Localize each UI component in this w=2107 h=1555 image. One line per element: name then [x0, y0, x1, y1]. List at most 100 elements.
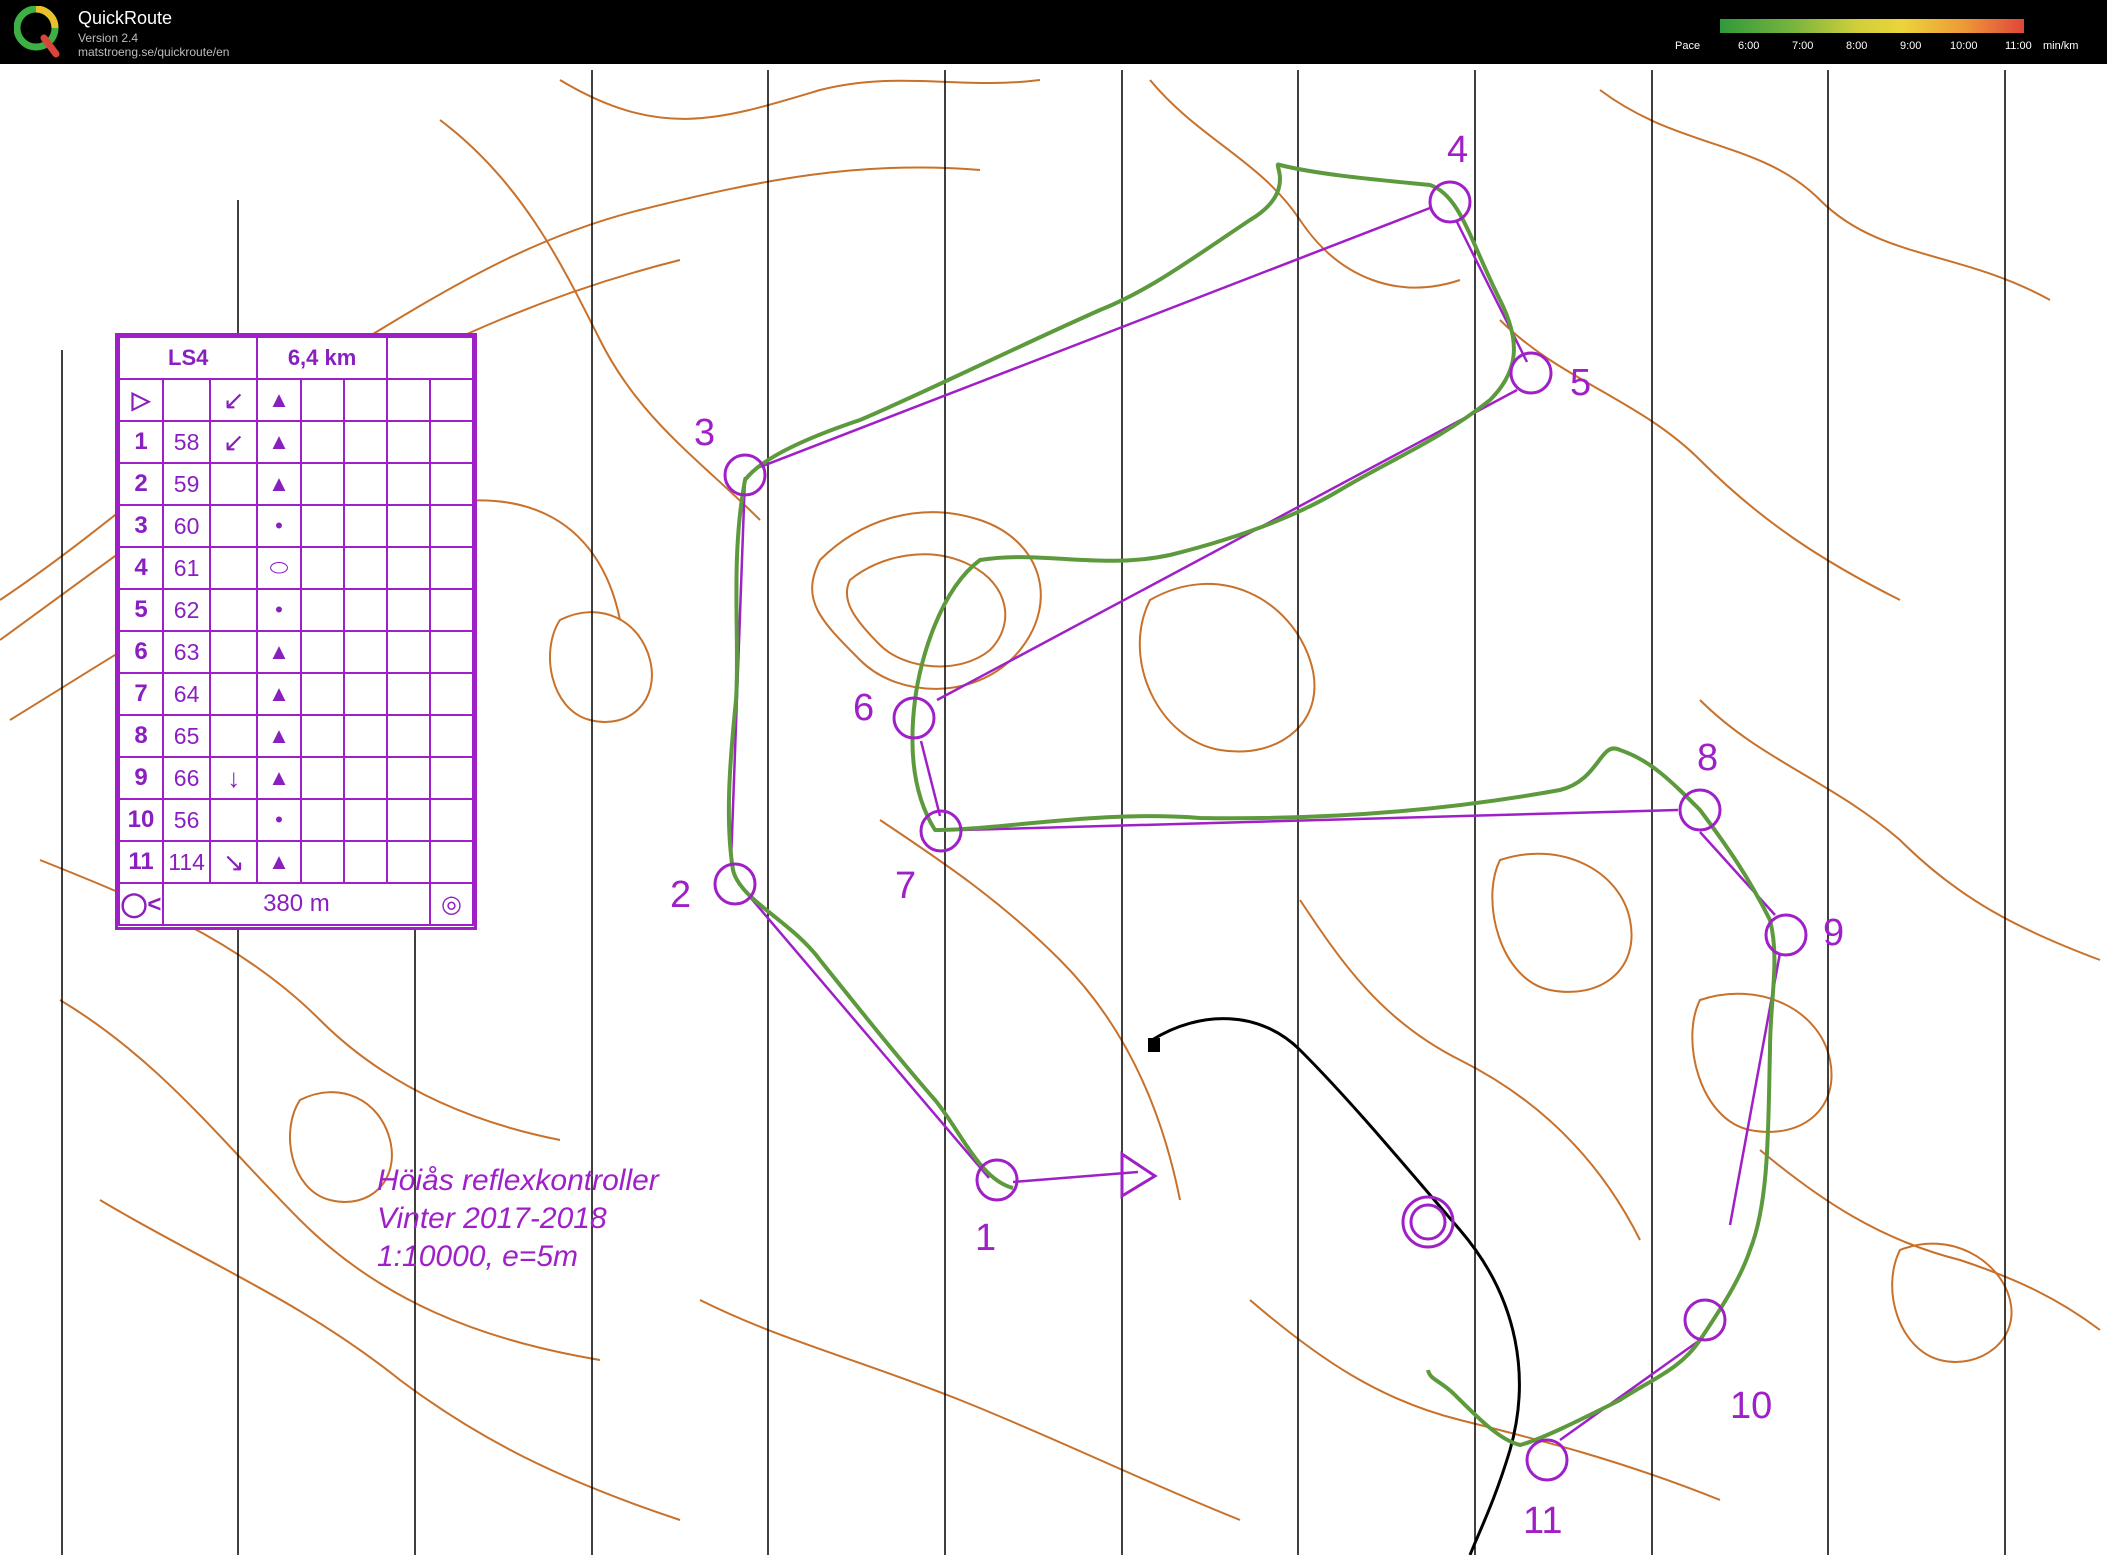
legend-direction: ↓ [209, 756, 259, 800]
control-number-4: 4 [1447, 129, 1468, 171]
legend-blank-cell [385, 504, 431, 548]
legend-blank-cell [428, 504, 475, 548]
legend-row: 7 64 ▲ [118, 672, 475, 716]
legend-number: 9 [118, 756, 164, 800]
legend-feature: • [256, 798, 302, 842]
legend-blank-cell [342, 798, 388, 842]
finish-icon: ◎ [428, 882, 475, 926]
legend-code: 62 [161, 588, 212, 632]
control-number-9: 9 [1823, 912, 1844, 954]
control-5 [1509, 351, 1553, 395]
legend-number: 4 [118, 546, 164, 590]
control-number-1: 1 [975, 1217, 996, 1259]
legend-blank-cell [428, 462, 475, 506]
legend-feature: ▲ [256, 672, 302, 716]
legend-blank-cell [385, 756, 431, 800]
legend-blank-cell [385, 714, 431, 758]
legend-blank-cell [342, 504, 388, 548]
legend-row: 4 61 ⬭ [118, 546, 475, 590]
legend-blank-cell [428, 588, 475, 632]
legend-feature: ▲ [256, 630, 302, 674]
legend-feature: ▲ [256, 756, 302, 800]
pace-tick: 9:00 [1900, 40, 1922, 52]
legend-direction [209, 714, 259, 758]
legend-blank-cell [385, 672, 431, 716]
legend-blank-cell [299, 630, 345, 674]
control-number-2: 2 [670, 874, 691, 916]
legend-direction: ↘ [209, 840, 259, 884]
legend-blank-cell [385, 420, 431, 464]
legend-number: 8 [118, 714, 164, 758]
legend-blank-cell [342, 462, 388, 506]
legend-blank-cell [342, 630, 388, 674]
legend-code: 58 [161, 420, 212, 464]
legend-blank-cell [342, 420, 388, 464]
pace-tick: 6:00 [1738, 40, 1760, 52]
pace-tick: 10:00 [1950, 40, 1978, 52]
legend-number: 7 [118, 672, 164, 716]
legend-blank-cell [428, 630, 475, 674]
legend-code: 114 [161, 840, 212, 884]
legend-direction [209, 798, 259, 842]
legend-number: 2 [118, 462, 164, 506]
legend-blank-cell [299, 546, 345, 590]
legend-row: 5 62 • [118, 588, 475, 632]
legend-blank-cell [299, 504, 345, 548]
legend-row: 2 59 ▲ [118, 462, 475, 506]
app-url: matstroeng.se/quickroute/en [78, 45, 230, 59]
top-bar: QuickRoute Version 2.4 matstroeng.se/qui… [0, 0, 2107, 64]
control-circles [713, 180, 1808, 1482]
pace-label: Pace [1675, 40, 1701, 52]
legend-blank-cell [299, 798, 345, 842]
legend-row: 11 114 ↘ ▲ [118, 840, 475, 884]
legend-blank-cell [299, 588, 345, 632]
finish-distance: 380 m [162, 882, 431, 926]
legend-blank-cell [299, 462, 345, 506]
legend-code: 56 [161, 798, 212, 842]
legend-row: 10 56 • [118, 798, 475, 842]
control-number-11: 11 [1523, 1500, 1562, 1542]
legend-code: 64 [161, 672, 212, 716]
legend-number: 11 [118, 840, 164, 884]
course-lines [729, 206, 1782, 1442]
legend-direction [209, 630, 259, 674]
start-direction: ↙ [209, 378, 259, 422]
legend-row: 3 60 • [118, 504, 475, 548]
legend-direction [209, 546, 259, 590]
control-number-10: 10 [1730, 1385, 1772, 1427]
legend-blank-cell [385, 588, 431, 632]
legend-row: 1 58 ↙ ▲ [118, 420, 475, 464]
gps-route [726, 162, 1777, 1447]
legend-blank-cell [428, 756, 475, 800]
road-line [1151, 1017, 1521, 1555]
legend-direction: ↙ [209, 420, 259, 464]
legend-direction [209, 588, 259, 632]
legend-blank-cell [428, 672, 475, 716]
control-11 [1525, 1438, 1569, 1482]
legend-row: 8 65 ▲ [118, 714, 475, 758]
legend-number: 3 [118, 504, 164, 548]
map-caption-line2: Vinter 2017-2018 [377, 1202, 607, 1235]
legend-blank-cell [385, 462, 431, 506]
quickroute-logo [14, 6, 60, 58]
legend-blank-cell [428, 798, 475, 842]
legend-number: 10 [118, 798, 164, 842]
legend-number: 1 [118, 420, 164, 464]
app-version: Version 2.4 [78, 31, 139, 45]
legend-code: 59 [161, 462, 212, 506]
legend-blank-cell [428, 420, 475, 464]
legend-blank-cell [428, 546, 475, 590]
start-triangle [1120, 1151, 1158, 1199]
legend-code: 61 [161, 546, 212, 590]
app-title: QuickRoute [78, 8, 173, 28]
legend-blank-cell [299, 672, 345, 716]
control-number-8: 8 [1697, 737, 1718, 779]
legend-code: 63 [161, 630, 212, 674]
legend-blank-cell [428, 840, 475, 884]
finish-start-icon: ◯< [118, 882, 164, 926]
pace-tick: 8:00 [1846, 40, 1868, 52]
legend-blank-cell [299, 756, 345, 800]
legend-blank-cell [342, 840, 388, 884]
legend-feature: • [256, 588, 302, 632]
control-number-7: 7 [895, 865, 916, 907]
